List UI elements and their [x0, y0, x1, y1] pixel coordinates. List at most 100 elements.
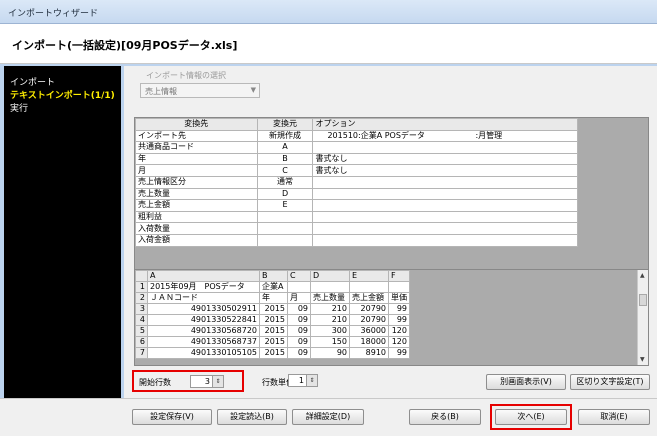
- column-header: B: [259, 270, 288, 282]
- option-cell[interactable]: [312, 141, 578, 154]
- cancel-button[interactable]: 取消(E): [578, 409, 650, 425]
- src-cell[interactable]: [256, 210, 314, 224]
- table-row[interactable]: 売上数量 D: [135, 187, 578, 201]
- preview-vertical-scrollbar[interactable]: ▲ ▼: [637, 270, 648, 365]
- option-cell[interactable]: [312, 222, 578, 235]
- preview-cell: 4901330522841: [147, 314, 260, 326]
- table-row[interactable]: 売上金額 E: [135, 199, 578, 212]
- scroll-down-arrow-icon[interactable]: ▼: [640, 356, 645, 363]
- src-cell[interactable]: [256, 222, 314, 235]
- src-cell[interactable]: E: [256, 199, 314, 212]
- mapping-table: 変換先 変換元 オプション インポート先 新規作成 201510:企業A POS…: [135, 118, 578, 247]
- delimiter-settings-button[interactable]: 区切り文字設定(T): [570, 374, 650, 390]
- sidebar-item-import: インポート: [10, 78, 56, 88]
- preview-cell: 120: [388, 325, 410, 337]
- preview-cell: ＪＡＮコード: [147, 292, 260, 304]
- wizard-content: インポート情報の選択 売上情報 ▼ 変換先 変換元 オプション インポート先 新…: [124, 66, 657, 398]
- preview-cell: 4901330502911: [147, 303, 260, 315]
- dest-cell: 売上金額: [135, 199, 258, 212]
- preview-cell: 売上金額: [349, 292, 389, 304]
- column-header: F: [388, 270, 410, 282]
- option-cell[interactable]: 書式なし: [312, 152, 578, 166]
- option-cell[interactable]: [312, 199, 578, 212]
- column-header: A: [147, 270, 260, 282]
- wizard-steps-sidebar: インポート テキストインポート(1/1) 実行: [4, 66, 121, 398]
- preview-cell: 2015: [259, 325, 288, 337]
- preview-cell: 99: [388, 347, 410, 359]
- preview-cell: 月: [287, 292, 311, 304]
- preview-cell: 18000: [349, 336, 389, 348]
- scrollbar-thumb[interactable]: [639, 294, 647, 306]
- table-row[interactable]: 売上情報区分 通常: [135, 175, 578, 189]
- option-cell[interactable]: 201510:企業A POSデータ:月管理: [312, 129, 578, 143]
- preview-cell: 20790: [349, 303, 389, 315]
- preview-cell: [388, 281, 410, 293]
- preview-cell: 36000: [349, 325, 389, 337]
- table-row: 1 2015年09月 POSデータ 企業A: [135, 281, 410, 293]
- option-value: 201510:企業A POSデータ: [327, 130, 425, 140]
- preview-cell: 4901330568737: [147, 336, 260, 348]
- column-header: E: [349, 270, 389, 282]
- table-row: 7 4901330105105 2015 09 90 8910 99: [135, 347, 410, 359]
- option-cell[interactable]: [312, 210, 578, 224]
- preview-cell: 2015: [259, 314, 288, 326]
- table-row[interactable]: 月 C 書式なし: [135, 164, 578, 177]
- dest-cell: 入荷金額: [135, 233, 258, 247]
- load-settings-button[interactable]: 設定読込(B): [217, 409, 287, 425]
- data-preview-table: A B C D E F 1 2015年09月 POSデータ 企業A 2 ＪＡＮコ…: [135, 270, 410, 359]
- dest-cell: 入荷数量: [135, 222, 258, 235]
- sidebar-item-execute: 実行: [10, 104, 29, 114]
- column-header: オプション: [312, 118, 578, 131]
- row-number: 3: [135, 303, 148, 315]
- line-unit-stepper[interactable]: 1 ⇕: [288, 374, 318, 387]
- start-row-highlight: 開始行数 3 ⇕: [132, 370, 244, 392]
- src-cell[interactable]: C: [256, 164, 314, 177]
- preview-cell: 2015: [259, 303, 288, 315]
- preview-cell: 2015: [259, 336, 288, 348]
- preview-cell: 年: [259, 292, 288, 304]
- preview-cell: 4901330105105: [147, 347, 260, 359]
- option-cell[interactable]: [312, 187, 578, 201]
- preview-cell: 企業A: [259, 281, 288, 293]
- src-cell[interactable]: [256, 233, 314, 247]
- table-row[interactable]: 粗利益: [135, 210, 578, 224]
- start-row-stepper[interactable]: 3 ⇕: [190, 375, 224, 388]
- detail-settings-button[interactable]: 詳細設定(D): [292, 409, 364, 425]
- preview-cell: 09: [287, 325, 311, 337]
- option-cell[interactable]: [312, 233, 578, 247]
- preview-cell: 300: [310, 325, 350, 337]
- table-row[interactable]: 入荷数量: [135, 222, 578, 235]
- preview-cell: 20790: [349, 314, 389, 326]
- window-titlebar: インポートウィザード: [0, 0, 657, 24]
- row-number: 2: [135, 292, 148, 304]
- option-cell[interactable]: [312, 175, 578, 189]
- src-cell[interactable]: A: [256, 141, 314, 154]
- option-cell[interactable]: 書式なし: [312, 164, 578, 177]
- wizard-header: インポート(一括設定)[09月POSデータ.xls]: [0, 24, 657, 64]
- row-number: 4: [135, 314, 148, 326]
- preview-cell: 09: [287, 336, 311, 348]
- table-row[interactable]: インポート先 新規作成 201510:企業A POSデータ:月管理: [135, 129, 578, 143]
- line-unit-value: 1: [298, 376, 304, 385]
- separate-window-button[interactable]: 別画面表示(V): [486, 374, 566, 390]
- next-button[interactable]: 次へ(E): [495, 409, 567, 425]
- preview-cell: 09: [287, 314, 311, 326]
- preview-cell: 09: [287, 303, 311, 315]
- dest-cell: 月: [135, 164, 258, 177]
- spin-arrows-icon[interactable]: ⇕: [212, 376, 223, 387]
- table-row[interactable]: 年 B 書式なし: [135, 152, 578, 166]
- src-cell[interactable]: B: [256, 152, 314, 166]
- save-settings-button[interactable]: 設定保存(V): [132, 409, 212, 425]
- src-cell[interactable]: 新規作成: [256, 129, 314, 143]
- src-cell[interactable]: D: [256, 187, 314, 201]
- src-cell[interactable]: 通常: [256, 175, 314, 189]
- table-row[interactable]: 入荷金額: [135, 233, 578, 247]
- spin-arrows-icon[interactable]: ⇕: [306, 375, 317, 386]
- table-row[interactable]: 共通商品コード A: [135, 141, 578, 154]
- row-number: 7: [135, 347, 148, 359]
- table-row: 6 4901330568737 2015 09 150 18000 120: [135, 336, 410, 348]
- scroll-up-arrow-icon[interactable]: ▲: [640, 272, 645, 279]
- back-button[interactable]: 戻る(B): [409, 409, 481, 425]
- column-header: 変換元: [256, 118, 314, 131]
- import-info-select[interactable]: 売上情報 ▼: [140, 83, 260, 98]
